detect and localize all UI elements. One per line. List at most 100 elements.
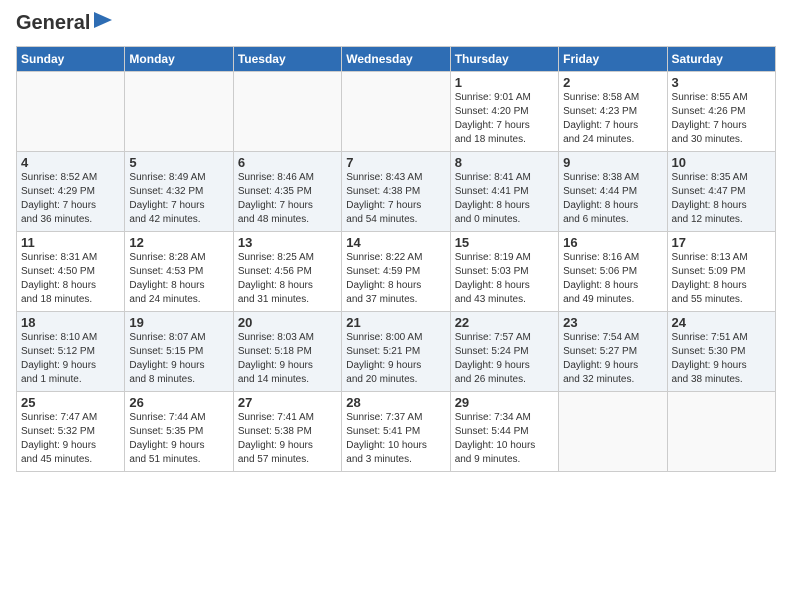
calendar-cell: 2Sunrise: 8:58 AM Sunset: 4:23 PM Daylig…: [559, 72, 667, 152]
day-number: 20: [238, 315, 337, 330]
day-info: Sunrise: 8:35 AM Sunset: 4:47 PM Dayligh…: [672, 171, 771, 227]
day-info: Sunrise: 7:51 AM Sunset: 5:30 PM Dayligh…: [672, 331, 771, 387]
calendar-cell: 26Sunrise: 7:44 AM Sunset: 5:35 PM Dayli…: [125, 392, 233, 472]
calendar-cell: 22Sunrise: 7:57 AM Sunset: 5:24 PM Dayli…: [450, 312, 558, 392]
day-info: Sunrise: 7:47 AM Sunset: 5:32 PM Dayligh…: [21, 411, 120, 467]
day-number: 25: [21, 395, 120, 410]
calendar-cell: 19Sunrise: 8:07 AM Sunset: 5:15 PM Dayli…: [125, 312, 233, 392]
calendar-cell: 29Sunrise: 7:34 AM Sunset: 5:44 PM Dayli…: [450, 392, 558, 472]
day-info: Sunrise: 8:41 AM Sunset: 4:41 PM Dayligh…: [455, 171, 554, 227]
day-number: 13: [238, 235, 337, 250]
calendar-week-4: 18Sunrise: 8:10 AM Sunset: 5:12 PM Dayli…: [17, 312, 776, 392]
calendar-cell: 8Sunrise: 8:41 AM Sunset: 4:41 PM Daylig…: [450, 152, 558, 232]
day-info: Sunrise: 8:25 AM Sunset: 4:56 PM Dayligh…: [238, 251, 337, 307]
day-number: 2: [563, 75, 662, 90]
day-info: Sunrise: 8:55 AM Sunset: 4:26 PM Dayligh…: [672, 91, 771, 147]
day-number: 24: [672, 315, 771, 330]
day-number: 10: [672, 155, 771, 170]
calendar-cell: [667, 392, 775, 472]
day-info: Sunrise: 7:37 AM Sunset: 5:41 PM Dayligh…: [346, 411, 445, 467]
header: General: [16, 12, 776, 38]
day-number: 26: [129, 395, 228, 410]
calendar-week-1: 1Sunrise: 9:01 AM Sunset: 4:20 PM Daylig…: [17, 72, 776, 152]
day-info: Sunrise: 8:43 AM Sunset: 4:38 PM Dayligh…: [346, 171, 445, 227]
calendar-cell: 1Sunrise: 9:01 AM Sunset: 4:20 PM Daylig…: [450, 72, 558, 152]
calendar-cell: 23Sunrise: 7:54 AM Sunset: 5:27 PM Dayli…: [559, 312, 667, 392]
calendar-cell: 21Sunrise: 8:00 AM Sunset: 5:21 PM Dayli…: [342, 312, 450, 392]
calendar-cell: 27Sunrise: 7:41 AM Sunset: 5:38 PM Dayli…: [233, 392, 341, 472]
calendar-cell: 13Sunrise: 8:25 AM Sunset: 4:56 PM Dayli…: [233, 232, 341, 312]
calendar-week-3: 11Sunrise: 8:31 AM Sunset: 4:50 PM Dayli…: [17, 232, 776, 312]
calendar-cell: 24Sunrise: 7:51 AM Sunset: 5:30 PM Dayli…: [667, 312, 775, 392]
day-number: 14: [346, 235, 445, 250]
calendar-cell: 15Sunrise: 8:19 AM Sunset: 5:03 PM Dayli…: [450, 232, 558, 312]
calendar-header-row: Sunday Monday Tuesday Wednesday Thursday…: [17, 47, 776, 72]
day-info: Sunrise: 7:34 AM Sunset: 5:44 PM Dayligh…: [455, 411, 554, 467]
day-number: 27: [238, 395, 337, 410]
calendar-cell: 4Sunrise: 8:52 AM Sunset: 4:29 PM Daylig…: [17, 152, 125, 232]
day-number: 8: [455, 155, 554, 170]
day-info: Sunrise: 8:52 AM Sunset: 4:29 PM Dayligh…: [21, 171, 120, 227]
day-number: 16: [563, 235, 662, 250]
logo-line1: General: [16, 12, 112, 35]
day-info: Sunrise: 8:22 AM Sunset: 4:59 PM Dayligh…: [346, 251, 445, 307]
col-monday: Monday: [125, 47, 233, 72]
page: General Sunday Monday Tuesday Wednesday …: [0, 0, 792, 480]
col-saturday: Saturday: [667, 47, 775, 72]
logo: General: [16, 12, 112, 38]
calendar-week-2: 4Sunrise: 8:52 AM Sunset: 4:29 PM Daylig…: [17, 152, 776, 232]
calendar-cell: 11Sunrise: 8:31 AM Sunset: 4:50 PM Dayli…: [17, 232, 125, 312]
calendar-cell: 25Sunrise: 7:47 AM Sunset: 5:32 PM Dayli…: [17, 392, 125, 472]
calendar-cell: 5Sunrise: 8:49 AM Sunset: 4:32 PM Daylig…: [125, 152, 233, 232]
day-info: Sunrise: 8:58 AM Sunset: 4:23 PM Dayligh…: [563, 91, 662, 147]
col-wednesday: Wednesday: [342, 47, 450, 72]
calendar-cell: [342, 72, 450, 152]
day-info: Sunrise: 8:28 AM Sunset: 4:53 PM Dayligh…: [129, 251, 228, 307]
calendar-cell: 7Sunrise: 8:43 AM Sunset: 4:38 PM Daylig…: [342, 152, 450, 232]
calendar-cell: 17Sunrise: 8:13 AM Sunset: 5:09 PM Dayli…: [667, 232, 775, 312]
day-number: 4: [21, 155, 120, 170]
day-number: 28: [346, 395, 445, 410]
day-info: Sunrise: 8:13 AM Sunset: 5:09 PM Dayligh…: [672, 251, 771, 307]
day-info: Sunrise: 7:54 AM Sunset: 5:27 PM Dayligh…: [563, 331, 662, 387]
day-number: 1: [455, 75, 554, 90]
day-number: 11: [21, 235, 120, 250]
calendar-week-5: 25Sunrise: 7:47 AM Sunset: 5:32 PM Dayli…: [17, 392, 776, 472]
calendar-cell: 6Sunrise: 8:46 AM Sunset: 4:35 PM Daylig…: [233, 152, 341, 232]
day-info: Sunrise: 8:31 AM Sunset: 4:50 PM Dayligh…: [21, 251, 120, 307]
calendar-cell: [125, 72, 233, 152]
day-number: 6: [238, 155, 337, 170]
logo-arrow-icon: [94, 12, 112, 33]
calendar-cell: 10Sunrise: 8:35 AM Sunset: 4:47 PM Dayli…: [667, 152, 775, 232]
col-friday: Friday: [559, 47, 667, 72]
day-number: 22: [455, 315, 554, 330]
col-sunday: Sunday: [17, 47, 125, 72]
day-info: Sunrise: 8:19 AM Sunset: 5:03 PM Dayligh…: [455, 251, 554, 307]
day-info: Sunrise: 7:41 AM Sunset: 5:38 PM Dayligh…: [238, 411, 337, 467]
day-info: Sunrise: 8:00 AM Sunset: 5:21 PM Dayligh…: [346, 331, 445, 387]
day-info: Sunrise: 8:46 AM Sunset: 4:35 PM Dayligh…: [238, 171, 337, 227]
col-tuesday: Tuesday: [233, 47, 341, 72]
day-info: Sunrise: 8:38 AM Sunset: 4:44 PM Dayligh…: [563, 171, 662, 227]
day-number: 18: [21, 315, 120, 330]
calendar-cell: 28Sunrise: 7:37 AM Sunset: 5:41 PM Dayli…: [342, 392, 450, 472]
calendar-cell: 20Sunrise: 8:03 AM Sunset: 5:18 PM Dayli…: [233, 312, 341, 392]
calendar-cell: [233, 72, 341, 152]
calendar-cell: [17, 72, 125, 152]
day-number: 5: [129, 155, 228, 170]
day-info: Sunrise: 8:07 AM Sunset: 5:15 PM Dayligh…: [129, 331, 228, 387]
day-info: Sunrise: 8:10 AM Sunset: 5:12 PM Dayligh…: [21, 331, 120, 387]
calendar-cell: 18Sunrise: 8:10 AM Sunset: 5:12 PM Dayli…: [17, 312, 125, 392]
day-number: 23: [563, 315, 662, 330]
day-number: 7: [346, 155, 445, 170]
calendar-cell: 16Sunrise: 8:16 AM Sunset: 5:06 PM Dayli…: [559, 232, 667, 312]
calendar-cell: 12Sunrise: 8:28 AM Sunset: 4:53 PM Dayli…: [125, 232, 233, 312]
day-info: Sunrise: 8:49 AM Sunset: 4:32 PM Dayligh…: [129, 171, 228, 227]
day-number: 17: [672, 235, 771, 250]
day-number: 9: [563, 155, 662, 170]
day-info: Sunrise: 8:16 AM Sunset: 5:06 PM Dayligh…: [563, 251, 662, 307]
col-thursday: Thursday: [450, 47, 558, 72]
day-number: 29: [455, 395, 554, 410]
calendar-cell: 9Sunrise: 8:38 AM Sunset: 4:44 PM Daylig…: [559, 152, 667, 232]
calendar-cell: [559, 392, 667, 472]
